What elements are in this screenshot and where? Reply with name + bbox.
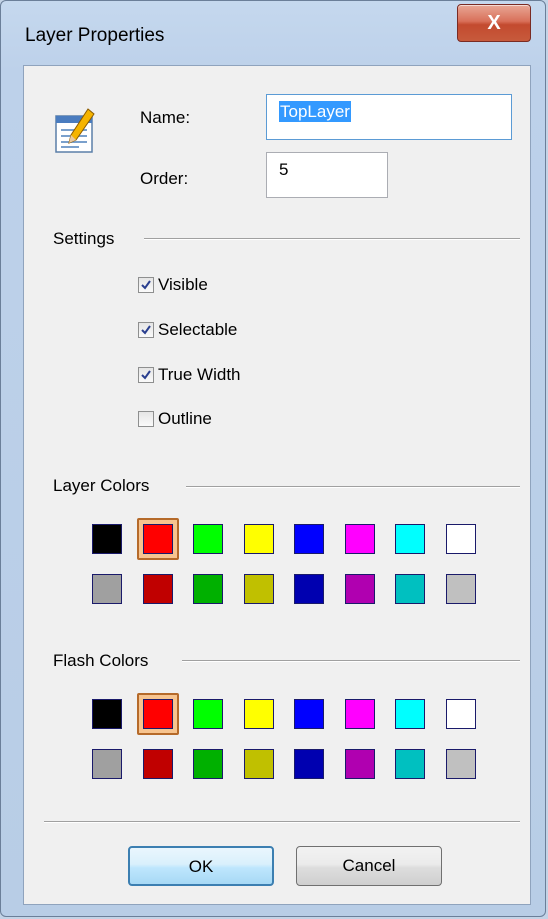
checkbox[interactable] xyxy=(138,322,154,338)
window-title: Layer Properties xyxy=(25,25,165,46)
checkbox-label: Visible xyxy=(158,275,208,294)
flash-color-swatch[interactable] xyxy=(345,749,375,779)
flash-color-swatch[interactable] xyxy=(193,699,223,729)
order-field-value: 5 xyxy=(279,160,289,179)
edit-document-icon xyxy=(54,106,98,156)
close-button[interactable]: X xyxy=(457,4,531,42)
flash-color-swatch[interactable] xyxy=(294,699,324,729)
cancel-button[interactable]: Cancel xyxy=(296,846,442,886)
settings-option-visible[interactable]: Visible xyxy=(138,273,208,297)
checkbox[interactable] xyxy=(138,277,154,293)
flash-color-swatch[interactable] xyxy=(244,699,274,729)
flash-colors-divider xyxy=(182,660,520,662)
layer-color-swatch[interactable] xyxy=(446,524,476,554)
settings-option-selectable[interactable]: Selectable xyxy=(138,318,237,342)
layer-color-swatch[interactable] xyxy=(193,574,223,604)
flash-color-swatch[interactable] xyxy=(446,749,476,779)
settings-heading: Settings xyxy=(53,229,115,248)
layer-color-swatch[interactable] xyxy=(244,524,274,554)
name-label: Name: xyxy=(140,108,191,127)
name-field[interactable]: TopLayer xyxy=(266,94,512,140)
checkbox-label: True Width xyxy=(158,365,241,384)
layer-color-swatch[interactable] xyxy=(193,524,223,554)
layer-color-swatch[interactable] xyxy=(92,574,122,604)
dialog-body: Name: TopLayer Order: 5 Settings Visible… xyxy=(23,65,531,905)
flash-color-swatch[interactable] xyxy=(244,749,274,779)
flash-color-swatch[interactable] xyxy=(395,749,425,779)
layer-color-swatch[interactable] xyxy=(294,574,324,604)
layer-colors-heading: Layer Colors xyxy=(53,476,150,495)
checkbox[interactable] xyxy=(138,411,154,427)
settings-option-true-width[interactable]: True Width xyxy=(138,363,241,387)
dialog-window: Layer Properties X Name: TopLayer Order:… xyxy=(0,0,546,917)
flash-color-swatch[interactable] xyxy=(92,699,122,729)
ok-button[interactable]: OK xyxy=(128,846,274,886)
checkmark-icon xyxy=(141,370,151,380)
settings-option-outline[interactable]: Outline xyxy=(138,407,212,431)
flash-colors-heading: Flash Colors xyxy=(53,651,149,670)
close-icon: X xyxy=(487,12,501,34)
layer-color-swatch[interactable] xyxy=(143,524,173,554)
order-field[interactable]: 5 xyxy=(266,152,388,198)
layer-color-swatch[interactable] xyxy=(244,574,274,604)
flash-color-swatch[interactable] xyxy=(294,749,324,779)
layer-color-swatch[interactable] xyxy=(294,524,324,554)
layer-color-swatch[interactable] xyxy=(446,574,476,604)
flash-color-swatch[interactable] xyxy=(143,749,173,779)
layer-colors-divider xyxy=(186,486,520,488)
settings-divider xyxy=(144,238,520,240)
flash-color-swatch[interactable] xyxy=(446,699,476,729)
checkmark-icon xyxy=(141,280,151,290)
flash-color-swatch[interactable] xyxy=(193,749,223,779)
flash-color-swatch[interactable] xyxy=(143,699,173,729)
flash-color-swatch[interactable] xyxy=(92,749,122,779)
flash-color-swatch[interactable] xyxy=(395,699,425,729)
name-field-value: TopLayer xyxy=(279,101,351,122)
layer-color-swatch[interactable] xyxy=(92,524,122,554)
checkmark-icon xyxy=(141,325,151,335)
layer-color-swatch[interactable] xyxy=(395,574,425,604)
checkbox-label: Selectable xyxy=(158,320,238,339)
checkbox-label: Outline xyxy=(158,409,212,428)
checkbox[interactable] xyxy=(138,367,154,383)
layer-color-swatch[interactable] xyxy=(395,524,425,554)
layer-color-swatch[interactable] xyxy=(345,524,375,554)
layer-color-swatch[interactable] xyxy=(345,574,375,604)
order-label: Order: xyxy=(140,169,189,188)
flash-color-swatch[interactable] xyxy=(345,699,375,729)
layer-color-swatch[interactable] xyxy=(143,574,173,604)
buttons-divider xyxy=(44,821,520,823)
